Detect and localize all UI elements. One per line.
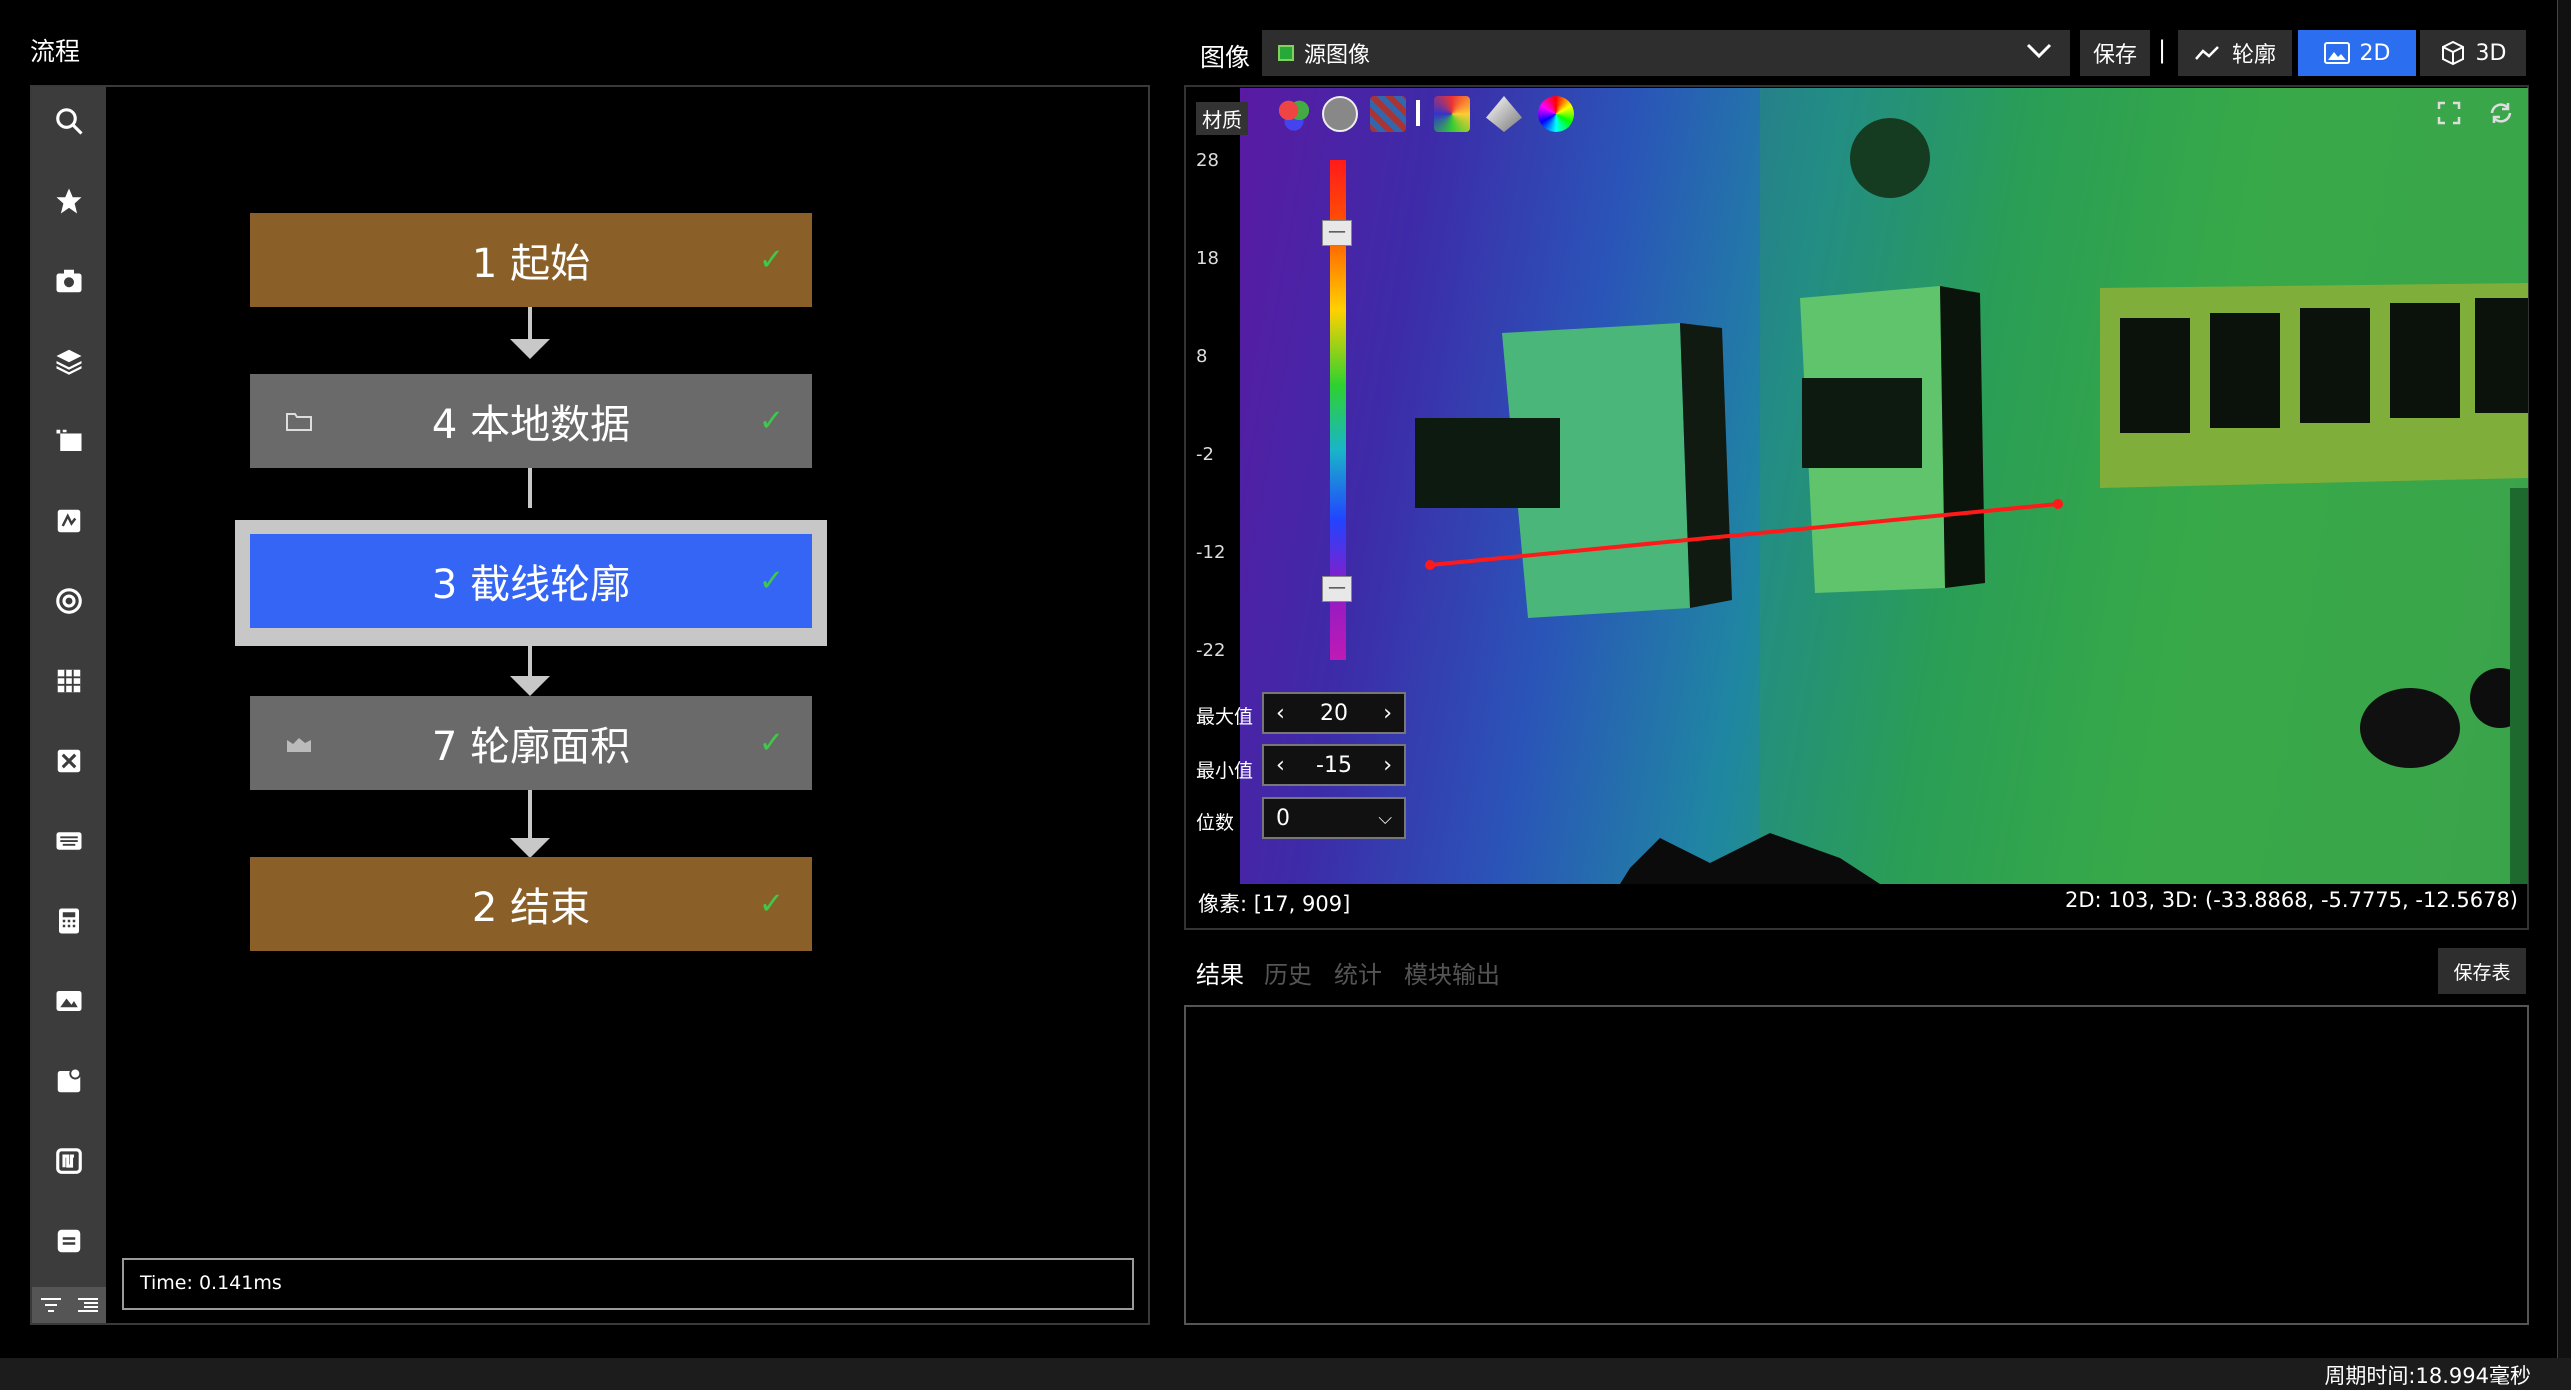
image-source-select[interactable]: 源图像 xyxy=(1262,30,2070,76)
tab-results[interactable]: 结果 xyxy=(1196,955,1244,990)
cycle-time: 周期时间:18.994毫秒 xyxy=(2324,1364,2531,1388)
node-label: 7 轮廓面积 xyxy=(431,724,631,770)
height-color-icon[interactable] xyxy=(1434,96,1470,132)
scale-tick: 18 xyxy=(1196,248,1219,269)
pixel-readout: 像素: [17, 909] xyxy=(1198,892,1351,916)
list-icon[interactable] xyxy=(76,1295,100,1315)
flow-time: Time: 0.141ms xyxy=(122,1258,1134,1310)
digits-select[interactable]: 0 ⌵ xyxy=(1262,797,1406,839)
view-3d-label: 3D xyxy=(2475,40,2507,66)
tab-history[interactable]: 历史 xyxy=(1264,955,1312,990)
flow-connector xyxy=(528,468,532,508)
sidebar-footer xyxy=(32,1287,106,1323)
flow-node-local-data[interactable]: 4 本地数据 ✓ xyxy=(250,374,812,468)
view-3d-button[interactable]: 3D xyxy=(2420,30,2526,76)
flow-node-end[interactable]: 2 结束 ✓ xyxy=(250,857,812,951)
scale-tick: -2 xyxy=(1196,444,1214,465)
scale-tick: -12 xyxy=(1196,542,1226,563)
arrow-head-icon xyxy=(510,676,550,696)
logic-icon[interactable] xyxy=(32,1131,106,1191)
rgb-mode-icon[interactable] xyxy=(1276,96,1312,132)
node-label: 1 起始 xyxy=(471,241,591,287)
check-icon: ✓ xyxy=(758,725,784,761)
filter-icon[interactable] xyxy=(39,1295,63,1315)
node-label: 4 本地数据 xyxy=(431,402,631,448)
image-panel-title: 图像 xyxy=(1200,43,1251,72)
digits-label: 位数 xyxy=(1196,812,1235,834)
window-edge xyxy=(2557,0,2571,1390)
coordinate-readout: 2D: 103, 3D: (-33.8868, -5.7775, -12.567… xyxy=(2065,888,2518,912)
profile-view-label: 轮廓 xyxy=(2231,43,2276,68)
view-2d-label: 2D xyxy=(2359,40,2391,66)
reset-view-icon[interactable] xyxy=(2488,100,2514,126)
max-value-stepper[interactable]: ‹ 20 › xyxy=(1262,692,1406,734)
flow-connector xyxy=(528,307,532,339)
min-label: 最小值 xyxy=(1196,760,1254,782)
image-source-value: 源图像 xyxy=(1304,43,1371,68)
height-map-image[interactable] xyxy=(1240,88,2528,884)
area-chart-icon xyxy=(287,738,311,752)
colorbar-min-handle[interactable]: — xyxy=(1322,576,1352,602)
chevron-left-icon[interactable]: ‹ xyxy=(1276,701,1285,726)
check-icon: ✓ xyxy=(758,403,784,439)
toolbar-separator: | xyxy=(2158,36,2167,64)
cube-icon xyxy=(2441,40,2464,66)
flow-node-profile-area[interactable]: 7 轮廓面积 ✓ xyxy=(250,696,812,790)
check-icon: ✓ xyxy=(758,563,784,599)
arrow-head-icon xyxy=(510,339,550,359)
material-label: 材质 xyxy=(1196,102,1248,135)
gray-mode-icon[interactable] xyxy=(1322,96,1358,132)
chart-icon[interactable] xyxy=(32,1051,106,1111)
node-label: 2 结束 xyxy=(471,885,591,931)
check-icon: ✓ xyxy=(758,242,784,278)
flow-node-line-profile[interactable]: 3 截线轮廓 ✓ xyxy=(250,534,812,628)
view-2d-button[interactable]: 2D xyxy=(2298,30,2416,76)
arrow-head-icon xyxy=(510,838,550,858)
colorbar-max-handle[interactable]: — xyxy=(1322,220,1352,246)
fullscreen-icon[interactable] xyxy=(2436,100,2462,126)
tab-statistics[interactable]: 统计 xyxy=(1334,955,1382,990)
node-label: 3 截线轮廓 xyxy=(431,562,631,608)
source-color-swatch xyxy=(1278,45,1294,61)
line-chart-icon xyxy=(2195,46,2219,60)
save-image-label: 保存 xyxy=(2092,43,2137,68)
communication-icon[interactable] xyxy=(32,1211,106,1271)
save-table-button[interactable]: 保存表 xyxy=(2438,948,2526,994)
results-table xyxy=(1184,1005,2529,1325)
scale-tick: -22 xyxy=(1196,640,1226,661)
scale-tick: 8 xyxy=(1196,346,1208,367)
chevron-right-icon[interactable]: › xyxy=(1383,701,1392,726)
flow-graph: 1 起始 ✓ 4 本地数据 ✓ 3 截线轮廓 ✓ 7 轮廓面积 ✓ 2 结束 ✓ xyxy=(0,0,1200,1000)
image-icon xyxy=(2323,42,2350,64)
pcb-height-render xyxy=(1415,88,2528,884)
save-image-button[interactable]: 保存 xyxy=(2080,30,2150,76)
tab-module-output[interactable]: 模块输出 xyxy=(1404,955,1500,990)
color-wheel-icon[interactable] xyxy=(1538,96,1574,132)
flow-connector xyxy=(528,790,532,838)
chevron-left-icon[interactable]: ‹ xyxy=(1276,753,1285,778)
scale-tick: 28 xyxy=(1196,150,1219,171)
flow-connector xyxy=(528,646,532,676)
max-value: 20 xyxy=(1320,700,1348,726)
chevron-down-icon xyxy=(2024,38,2054,69)
pseudo-color-icon[interactable] xyxy=(1370,96,1406,132)
digits-value: 0 xyxy=(1276,805,1290,831)
toolbar-divider xyxy=(1416,100,1420,126)
min-value-stepper[interactable]: ‹ -15 › xyxy=(1262,744,1406,786)
status-bar xyxy=(0,1358,2571,1390)
flow-node-start[interactable]: 1 起始 ✓ xyxy=(250,213,812,307)
min-value: -15 xyxy=(1316,752,1352,778)
max-label: 最大值 xyxy=(1196,706,1254,728)
chevron-right-icon[interactable]: › xyxy=(1383,753,1392,778)
folder-icon xyxy=(286,413,312,431)
check-icon: ✓ xyxy=(758,886,784,922)
chevron-down-icon: ⌵ xyxy=(1378,807,1392,829)
profile-view-button[interactable]: 轮廓 xyxy=(2178,30,2292,76)
